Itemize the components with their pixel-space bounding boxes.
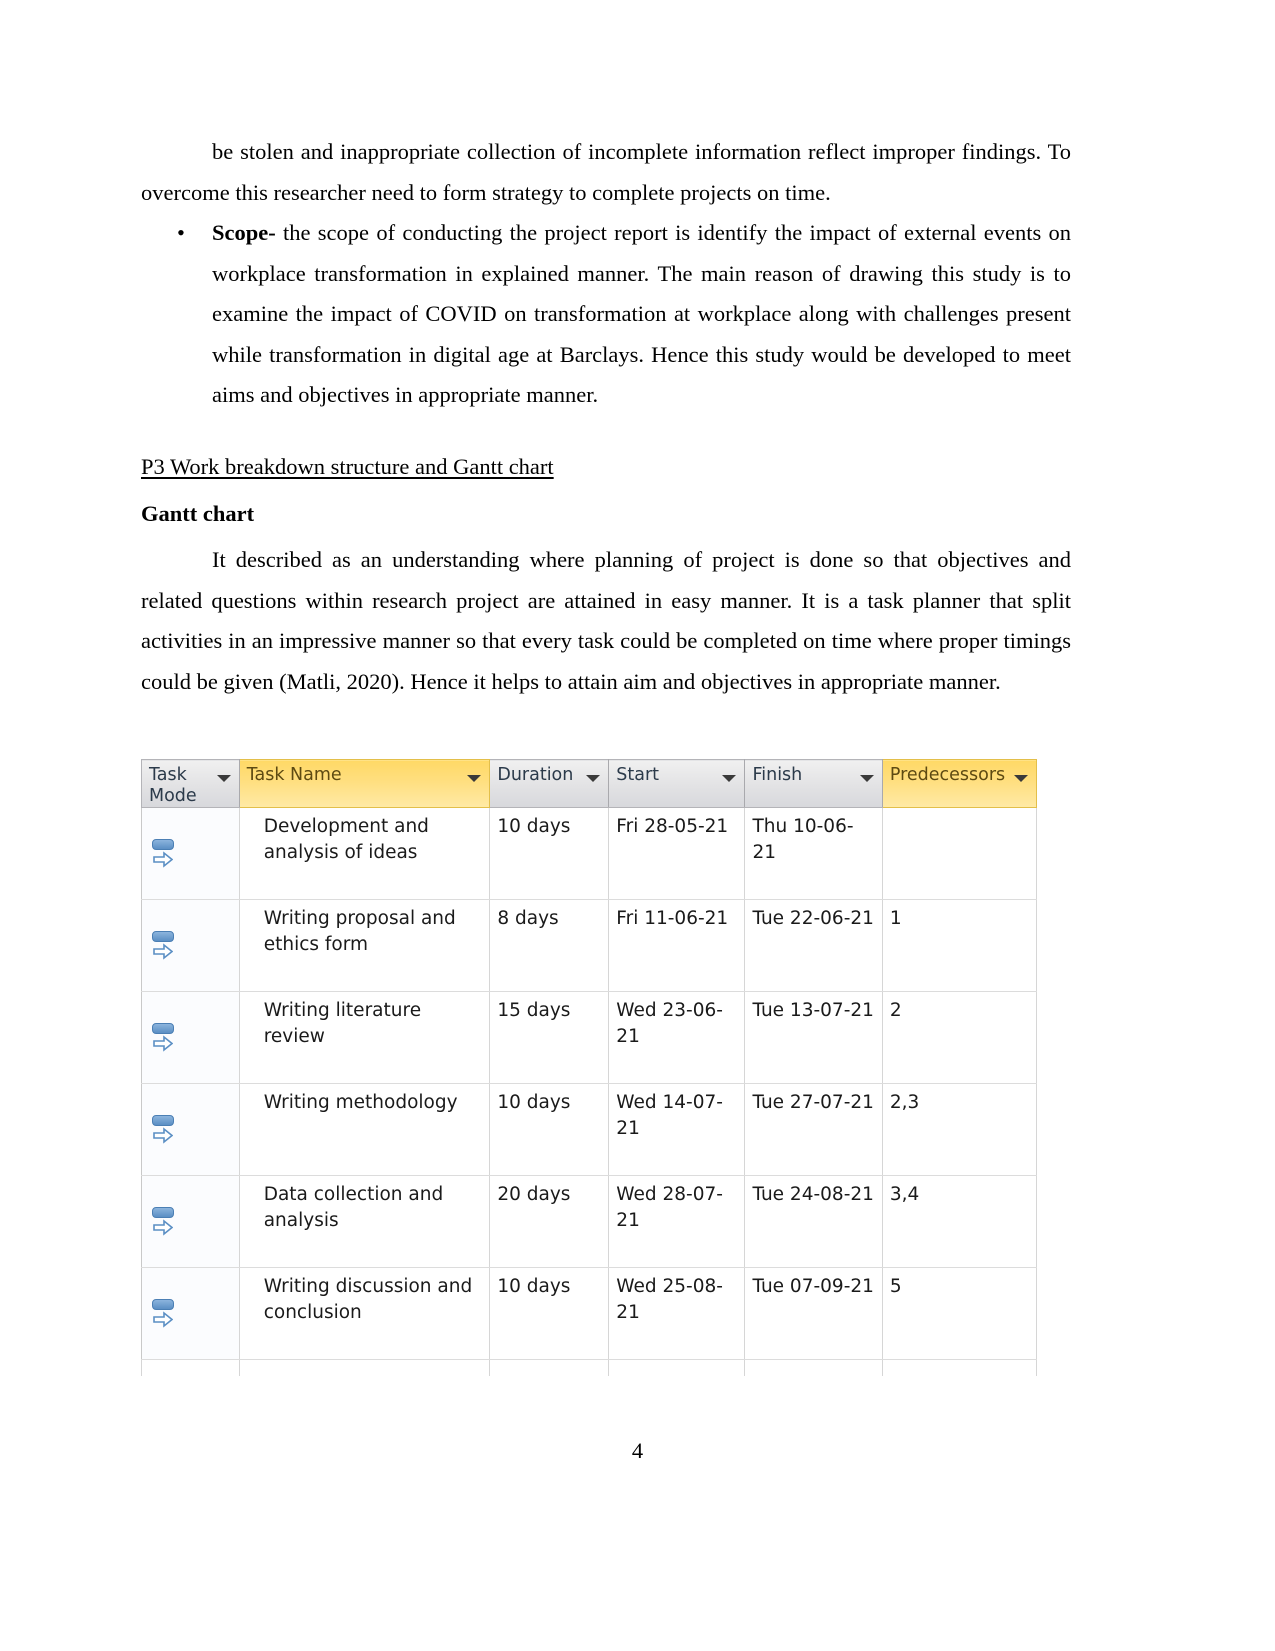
auto-scheduled-icon: [152, 1115, 178, 1149]
table-row-partial: [141, 1359, 1038, 1376]
list-item-label: Scope-: [212, 220, 276, 245]
bullet-point-icon: •: [177, 220, 185, 245]
cell-task-mode[interactable]: [141, 807, 240, 900]
cell-duration[interactable]: 8 days: [489, 899, 610, 992]
gantt-task-table[interactable]: Task Mode Task Name Duration Start Finis…: [141, 759, 1038, 1376]
cell-predecessors[interactable]: 2: [881, 991, 1038, 1084]
cell-predecessors[interactable]: 5: [881, 1267, 1038, 1360]
cell-task-name[interactable]: Development and analysis of ideas: [238, 807, 491, 900]
table-row[interactable]: Writing methodology 10 days Wed 14-07-21…: [141, 1083, 1038, 1176]
cell-duration[interactable]: 10 days: [489, 1083, 610, 1176]
cell-task-mode: [141, 1359, 240, 1376]
cell-task-name[interactable]: Data collection and analysis: [238, 1175, 491, 1268]
cell-predecessors: [881, 1359, 1038, 1376]
headings-and-gantt-intro: P3 Work breakdown structure and Gantt ch…: [141, 433, 1071, 702]
column-header-label: Finish: [752, 765, 803, 785]
cell-finish: [744, 1359, 883, 1376]
cell-task-name[interactable]: Writing literature review: [238, 991, 491, 1084]
cell-predecessors[interactable]: 2,3: [881, 1083, 1038, 1176]
list-item-text: Scope- the scope of conducting the proje…: [212, 213, 1071, 416]
cell-task-mode[interactable]: [141, 1083, 240, 1176]
column-header-label: Task Mode: [149, 765, 197, 806]
filter-dropdown-icon[interactable]: [1014, 775, 1028, 782]
list-item-scope: • Scope- the scope of conducting the pro…: [141, 213, 1071, 416]
cell-predecessors[interactable]: [881, 807, 1038, 900]
column-header-finish[interactable]: Finish: [744, 759, 883, 808]
column-header-duration[interactable]: Duration: [489, 759, 610, 808]
cell-start[interactable]: Fri 11-06-21: [608, 899, 746, 992]
column-header-label: Start: [616, 765, 660, 785]
page-number: 4: [631, 1438, 644, 1463]
cell-start[interactable]: Wed 14-07-21: [608, 1083, 746, 1176]
heading-gantt-chart: Gantt chart: [141, 500, 255, 526]
table-body: Development and analysis of ideas 10 day…: [141, 807, 1038, 1376]
table-row[interactable]: Development and analysis of ideas 10 day…: [141, 807, 1038, 900]
heading-p3: P3 Work breakdown structure and Gantt ch…: [141, 454, 554, 479]
cell-task-mode[interactable]: [141, 899, 240, 992]
auto-scheduled-icon: [152, 931, 178, 965]
table-header-row: Task Mode Task Name Duration Start Finis…: [141, 759, 1038, 808]
filter-dropdown-icon[interactable]: [216, 775, 231, 782]
column-header-task-name[interactable]: Task Name: [238, 759, 491, 808]
cell-task-mode[interactable]: [141, 1175, 240, 1268]
auto-scheduled-icon: [152, 1207, 178, 1241]
cell-predecessors[interactable]: 3,4: [881, 1175, 1038, 1268]
column-header-label: Predecessors: [889, 765, 1006, 785]
filter-dropdown-icon[interactable]: [586, 775, 601, 782]
cell-start[interactable]: Fri 28-05-21: [608, 807, 746, 900]
cell-duration[interactable]: 10 days: [489, 807, 610, 900]
cell-predecessors[interactable]: 1: [881, 899, 1038, 992]
auto-scheduled-icon: [152, 1023, 178, 1057]
cell-start[interactable]: Wed 25-08-21: [608, 1267, 746, 1360]
cell-duration: [489, 1359, 610, 1376]
cell-task-name[interactable]: Writing methodology: [238, 1083, 491, 1176]
table-row[interactable]: Writing literature review 15 days Wed 23…: [141, 991, 1038, 1084]
cell-duration[interactable]: 15 days: [489, 991, 610, 1084]
cell-finish[interactable]: Tue 07-09-21: [744, 1267, 883, 1360]
cell-finish[interactable]: Tue 22-06-21: [744, 899, 883, 992]
column-header-task-mode[interactable]: Task Mode: [141, 759, 240, 808]
cell-task-name: [238, 1359, 491, 1376]
document-body: be stolen and inappropriate collection o…: [141, 132, 1071, 416]
cell-finish[interactable]: Thu 10-06-21: [744, 807, 883, 900]
column-header-label: Task Name: [246, 765, 342, 785]
filter-dropdown-icon[interactable]: [467, 775, 482, 782]
table-row[interactable]: Data collection and analysis 20 days Wed…: [141, 1175, 1038, 1268]
document-page: be stolen and inappropriate collection o…: [0, 0, 1275, 1651]
cell-task-mode[interactable]: [141, 1267, 240, 1360]
filter-dropdown-icon[interactable]: [859, 775, 874, 782]
auto-scheduled-icon: [152, 1299, 178, 1333]
cell-start: [608, 1359, 746, 1376]
table-row[interactable]: Writing proposal and ethics form 8 days …: [141, 899, 1038, 992]
column-header-predecessors[interactable]: Predecessors: [881, 759, 1038, 808]
table-row[interactable]: Writing discussion and conclusion 10 day…: [141, 1267, 1038, 1360]
cell-task-mode[interactable]: [141, 991, 240, 1084]
cell-finish[interactable]: Tue 24-08-21: [744, 1175, 883, 1268]
gantt-description-paragraph: It described as an understanding where p…: [141, 547, 1071, 694]
filter-dropdown-icon[interactable]: [722, 775, 737, 782]
cell-start[interactable]: Wed 28-07-21: [608, 1175, 746, 1268]
list-item-body: the scope of conducting the project repo…: [212, 220, 1071, 407]
column-header-start[interactable]: Start: [608, 759, 746, 808]
continued-paragraph: be stolen and inappropriate collection o…: [141, 139, 1071, 205]
cell-start[interactable]: Wed 23-06-21: [608, 991, 746, 1084]
cell-task-name[interactable]: Writing proposal and ethics form: [238, 899, 491, 992]
auto-scheduled-icon: [152, 839, 178, 873]
cell-duration[interactable]: 20 days: [489, 1175, 610, 1268]
cell-task-name[interactable]: Writing discussion and conclusion: [238, 1267, 491, 1360]
cell-finish[interactable]: Tue 27-07-21: [744, 1083, 883, 1176]
cell-finish[interactable]: Tue 13-07-21: [744, 991, 883, 1084]
cell-duration[interactable]: 10 days: [489, 1267, 610, 1360]
